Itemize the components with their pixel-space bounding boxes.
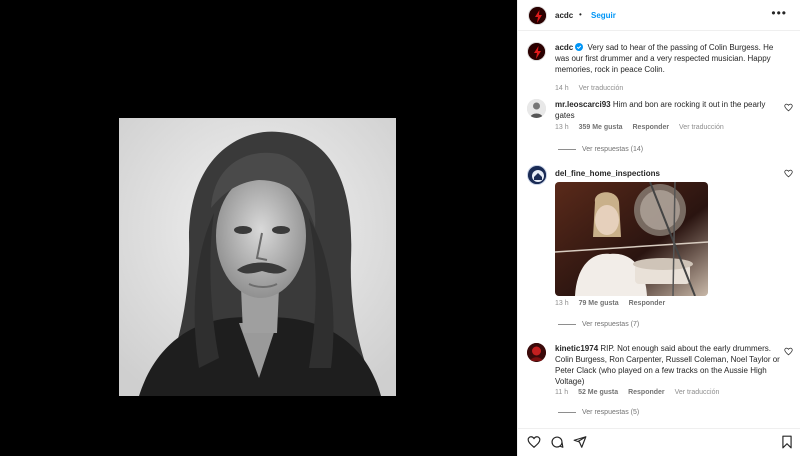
follow-button[interactable]: Seguir [591, 11, 616, 20]
company-logo-icon [528, 166, 546, 184]
translate-link[interactable]: Ver traducción [675, 389, 720, 396]
comment-like-heart-icon[interactable] [784, 169, 793, 178]
comment-text: del_fine_home_inspections [555, 168, 785, 179]
caption-translate-link[interactable]: Ver traducción [579, 85, 624, 92]
comment-text: kinetic1974 RIP. Not enough said about t… [555, 343, 785, 387]
comment-time: 11 h [555, 389, 569, 396]
reply-button[interactable]: Responder [628, 389, 665, 396]
drummer-gif-image [555, 182, 708, 296]
view-replies[interactable]: Ver respuestas (14) [558, 146, 643, 153]
comment-like-heart-icon[interactable] [784, 103, 793, 112]
author-username[interactable]: acdc [555, 11, 573, 20]
comment-username[interactable]: mr.leoscarci93 [555, 100, 611, 109]
replies-line [558, 411, 576, 413]
comment-footer: 13 h 79 Me gusta Responder Ver respuesta… [518, 300, 800, 334]
comment-username[interactable]: kinetic1974 [555, 344, 598, 353]
view-replies[interactable]: Ver respuestas (7) [558, 321, 639, 328]
caption-username[interactable]: acdc [555, 43, 573, 52]
comment-gif[interactable] [555, 182, 708, 296]
lightning-logo-icon [529, 7, 546, 24]
comments-list: acdc Very sad to hear of the passing of … [518, 32, 800, 428]
replies-line [558, 323, 576, 325]
caption: acdc Very sad to hear of the passing of … [518, 40, 800, 92]
more-icon[interactable]: ••• [771, 6, 787, 20]
comment-meta: 13 h 79 Me gusta Responder [555, 300, 673, 307]
comment-time: 13 h [555, 300, 569, 307]
commenter-avatar[interactable] [527, 165, 547, 185]
user-photo-icon [527, 99, 546, 118]
separator-dot: • [579, 10, 582, 19]
comment-likes[interactable]: 52 Me gusta [578, 389, 618, 396]
caption-meta: 14 h Ver traducción [555, 85, 631, 92]
comment-like-heart-icon[interactable] [784, 347, 793, 356]
action-bar [518, 428, 800, 456]
post-panel: acdc • Seguir ••• acdc Very sad to hear … [517, 0, 800, 456]
view-replies-label: Ver respuestas (7) [582, 321, 640, 328]
comment-time: 13 h [555, 124, 569, 131]
comment-item: mr.leoscarci93 Him and bon are rocking i… [518, 98, 800, 158]
reply-button[interactable]: Responder [629, 300, 666, 307]
comment-likes[interactable]: 359 Me gusta [579, 124, 623, 131]
verified-badge-icon [575, 43, 584, 51]
view-replies-label: Ver respuestas (14) [582, 146, 644, 153]
view-replies-label: Ver respuestas (5) [582, 409, 640, 416]
reply-button[interactable]: Responder [633, 124, 670, 131]
caption-body: Very sad to hear of the passing of Colin… [555, 43, 774, 74]
comment-icon[interactable] [550, 435, 564, 449]
author-avatar[interactable] [528, 6, 547, 25]
bookmark-icon[interactable] [780, 435, 794, 449]
caption-time: 14 h [555, 85, 569, 92]
replies-line [558, 148, 576, 150]
caption-avatar[interactable] [527, 42, 546, 61]
post-header: acdc • Seguir ••• [518, 0, 800, 31]
comment-likes[interactable]: 79 Me gusta [579, 300, 619, 307]
user-photo-icon [527, 343, 546, 362]
post-media [0, 0, 517, 456]
comment-text: mr.leoscarci93 Him and bon are rocking i… [555, 99, 785, 121]
commenter-avatar[interactable] [527, 99, 546, 118]
translate-link[interactable]: Ver traducción [679, 124, 724, 131]
comment-username[interactable]: del_fine_home_inspections [555, 169, 660, 178]
comment-meta: 11 h 52 Me gusta Responder Ver traducció… [555, 389, 727, 396]
portrait-image [119, 118, 396, 396]
share-icon[interactable] [573, 435, 587, 449]
comment-meta: 13 h 359 Me gusta Responder Ver traducci… [555, 124, 732, 131]
post-photo[interactable] [119, 118, 396, 396]
lightning-logo-icon [528, 43, 545, 60]
heart-icon[interactable] [527, 435, 541, 449]
commenter-avatar[interactable] [527, 343, 546, 362]
view-replies[interactable]: Ver respuestas (5) [558, 409, 639, 416]
comment-item: kinetic1974 RIP. Not enough said about t… [518, 342, 800, 428]
caption-text: acdc Very sad to hear of the passing of … [555, 42, 785, 75]
